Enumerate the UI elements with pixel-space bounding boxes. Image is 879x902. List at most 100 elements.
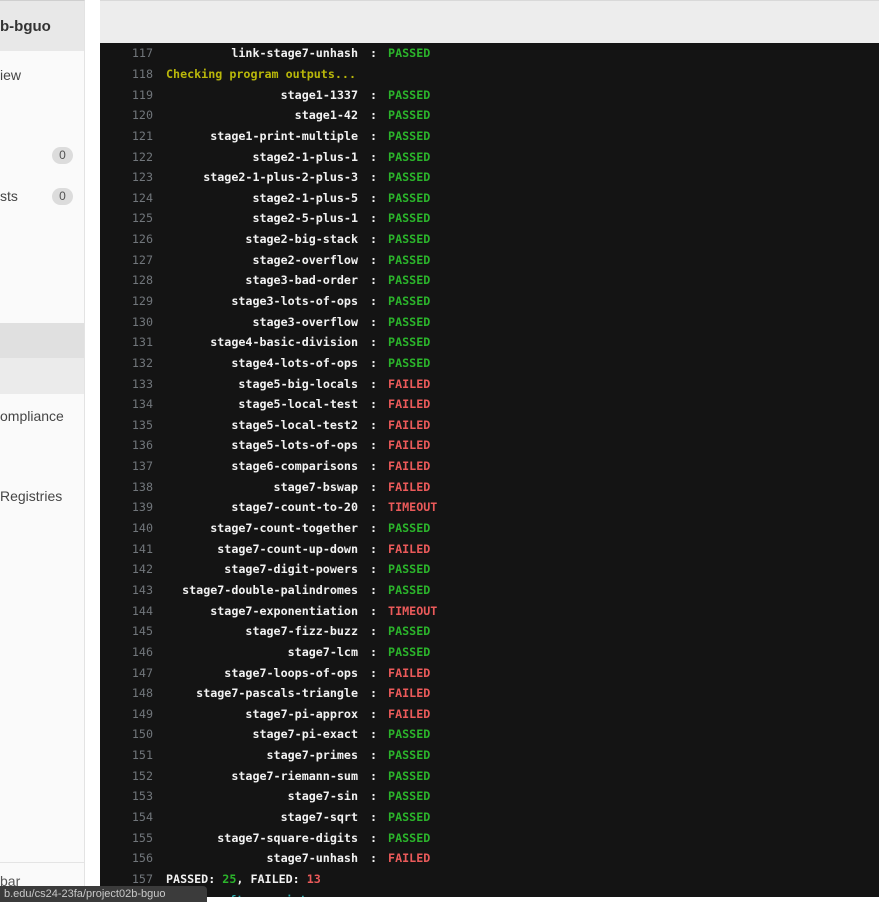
test-status: FAILED — [388, 686, 431, 701]
test-colon: : — [370, 170, 378, 185]
test-status: FAILED — [388, 417, 431, 432]
test-colon: : — [370, 232, 378, 247]
test-name: stage7-riemann-sum — [231, 768, 358, 783]
test-name: stage2-1-plus-1 — [252, 149, 358, 164]
sidebar-item-requests[interactable]: sts — [0, 188, 18, 204]
sidebar-item-selected[interactable] — [0, 323, 84, 358]
line-number-link[interactable]: 146 — [100, 645, 153, 659]
line-number-link[interactable]: 144 — [100, 604, 153, 618]
line-number-link[interactable]: 123 — [100, 170, 153, 184]
test-name: stage3-bad-order — [245, 273, 358, 288]
log-line: 147 stage7-loops-of-ops: FAILED — [100, 662, 879, 683]
test-status: FAILED — [388, 397, 431, 412]
line-number-link[interactable]: 150 — [100, 727, 153, 741]
test-name: stage7-count-up-down — [217, 541, 358, 556]
log-line: 157 PASSED: 25, FAILED: 13 — [100, 869, 879, 890]
line-number-link[interactable]: 139 — [100, 500, 153, 514]
line-number-link[interactable]: 117 — [100, 46, 153, 60]
line-number-link[interactable]: 121 — [100, 129, 153, 143]
test-status: FAILED — [388, 851, 431, 866]
test-status: PASSED — [388, 46, 431, 61]
sidebar-item-registries[interactable]: Registries — [0, 488, 62, 504]
test-status: PASSED — [388, 748, 431, 763]
test-status: PASSED — [388, 190, 431, 205]
test-colon: : — [370, 438, 378, 453]
sidebar-main-gap — [86, 0, 100, 897]
line-number-link[interactable]: 141 — [100, 542, 153, 556]
test-status: TIMEOUT — [388, 603, 438, 618]
line-number-link[interactable]: 138 — [100, 480, 153, 494]
test-status: PASSED — [388, 644, 431, 659]
test-name: stage7-lcm — [287, 644, 358, 659]
test-name: stage7-sqrt — [280, 810, 358, 825]
test-colon: : — [370, 335, 378, 350]
line-number-link[interactable]: 137 — [100, 459, 153, 473]
line-number-link[interactable]: 151 — [100, 748, 153, 762]
line-number-link[interactable]: 131 — [100, 335, 153, 349]
line-number-link[interactable]: 140 — [100, 521, 153, 535]
line-number-link[interactable]: 149 — [100, 707, 153, 721]
test-name: stage7-exponentiation — [210, 603, 358, 618]
line-number-link[interactable]: 155 — [100, 831, 153, 845]
sidebar-project-header: b-bguo — [0, 1, 84, 51]
line-number-link[interactable]: 142 — [100, 562, 153, 576]
log-line: 135 stage5-local-test2: FAILED — [100, 415, 879, 436]
line-number-link[interactable]: 119 — [100, 88, 153, 102]
test-name: stage7-pi-exact — [252, 727, 358, 742]
test-name: stage7-bswap — [273, 479, 358, 494]
line-number-link[interactable]: 148 — [100, 686, 153, 700]
line-number-link[interactable]: 136 — [100, 438, 153, 452]
log-line: 143 stage7-double-palindromes: PASSED — [100, 580, 879, 601]
line-number-link[interactable]: 156 — [100, 851, 153, 865]
test-name: stage1-1337 — [280, 87, 358, 102]
sidebar-item-overview[interactable]: iew — [0, 67, 21, 83]
sidebar: b-bguo iew 0 sts 0 ompliance Registries … — [0, 0, 85, 897]
line-number-link[interactable]: 154 — [100, 810, 153, 824]
test-status: FAILED — [388, 665, 431, 680]
line-number-link[interactable]: 118 — [100, 67, 153, 81]
line-number-link[interactable]: 157 — [100, 872, 153, 886]
test-status: PASSED — [388, 582, 431, 597]
test-name: link-stage7-unhash — [231, 46, 358, 61]
test-colon: : — [370, 748, 378, 763]
line-number-link[interactable]: 124 — [100, 191, 153, 205]
line-number-link[interactable]: 128 — [100, 273, 153, 287]
line-number-link[interactable]: 129 — [100, 294, 153, 308]
test-colon: : — [370, 376, 378, 391]
line-number-link[interactable]: 127 — [100, 253, 153, 267]
line-number-link[interactable]: 152 — [100, 769, 153, 783]
test-status: PASSED — [388, 211, 431, 226]
line-number-link[interactable]: 133 — [100, 377, 153, 391]
line-number-link[interactable]: 135 — [100, 418, 153, 432]
line-number-link[interactable]: 143 — [100, 583, 153, 597]
line-number-link[interactable]: 132 — [100, 356, 153, 370]
test-colon: : — [370, 459, 378, 474]
test-colon: : — [370, 355, 378, 370]
line-number-link[interactable]: 130 — [100, 315, 153, 329]
log-line: 129 stage3-lots-of-ops: PASSED — [100, 291, 879, 312]
sidebar-subitem-selected[interactable] — [0, 358, 84, 394]
log-line: 155 stage7-square-digits: PASSED — [100, 827, 879, 848]
summary-part: FAILED: — [250, 871, 307, 886]
test-status: PASSED — [388, 521, 431, 536]
sidebar-item-compliance[interactable]: ompliance — [0, 408, 64, 424]
line-number-link[interactable]: 120 — [100, 108, 153, 122]
test-colon: : — [370, 624, 378, 639]
test-status: PASSED — [388, 128, 431, 143]
log-line: 117 link-stage7-unhash: PASSED — [100, 43, 879, 64]
log-line: 146 stage7-lcm: PASSED — [100, 642, 879, 663]
test-status: PASSED — [388, 108, 431, 123]
log-line: 126 stage2-big-stack: PASSED — [100, 229, 879, 250]
test-status: PASSED — [388, 335, 431, 350]
log-line: 139 stage7-count-to-20: TIMEOUT — [100, 497, 879, 518]
test-colon: : — [370, 500, 378, 515]
test-status: PASSED — [388, 355, 431, 370]
line-number-link[interactable]: 153 — [100, 789, 153, 803]
line-number-link[interactable]: 147 — [100, 666, 153, 680]
test-colon: : — [370, 149, 378, 164]
line-number-link[interactable]: 145 — [100, 624, 153, 638]
line-number-link[interactable]: 126 — [100, 232, 153, 246]
line-number-link[interactable]: 125 — [100, 211, 153, 225]
line-number-link[interactable]: 122 — [100, 150, 153, 164]
line-number-link[interactable]: 134 — [100, 397, 153, 411]
